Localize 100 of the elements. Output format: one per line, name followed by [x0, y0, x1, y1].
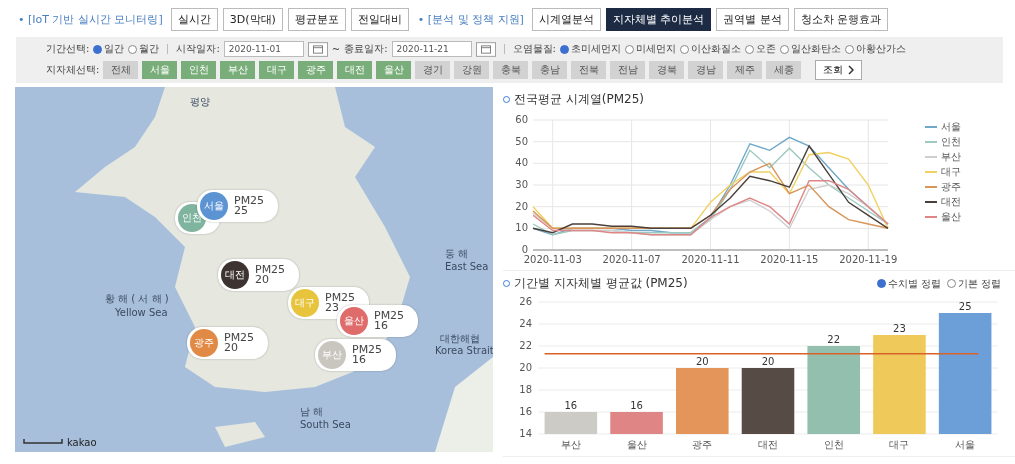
y-tick-label: 0 — [521, 244, 528, 255]
radio-option[interactable]: 기본 정렬 — [946, 276, 1001, 291]
value-label: 23 — [893, 323, 906, 334]
legend-label[interactable]: 인천 — [941, 135, 961, 149]
chart-title: 기간별 지자체별 평균값 (PM25) — [514, 275, 688, 292]
radio-option[interactable]: 오존 — [744, 42, 776, 56]
legend-label[interactable]: 부산 — [941, 150, 961, 164]
date-field[interactable]: 2020-11-01 — [223, 41, 304, 57]
marker-reading: PM25 20 — [255, 265, 286, 285]
scale-bar-icon — [23, 438, 63, 444]
nav-button[interactable]: 실시간 — [170, 7, 218, 31]
region-chip[interactable]: 세종 — [766, 61, 802, 79]
value-label: 20 — [761, 356, 775, 367]
filter-label: 기간선택: — [46, 42, 90, 56]
radio-option[interactable]: 일산화탄소 — [779, 42, 841, 56]
chart-title: 전국평균 시계열(PM25) — [514, 91, 645, 108]
radio-option[interactable]: 이산화질소 — [679, 42, 741, 56]
map-place-label: Yellow Sea — [115, 307, 168, 318]
x-tick-label: 2020-11-07 — [602, 254, 661, 265]
radio-option[interactable]: 수치별 정렬 — [876, 276, 941, 291]
calendar-icon[interactable] — [307, 41, 328, 57]
island-drawing — [215, 422, 265, 447]
marker-reading: PM25 20 — [224, 333, 255, 353]
x-tick-label: 2020-11-03 — [523, 254, 582, 265]
date-field[interactable]: 2020-11-21 — [391, 41, 472, 57]
city-badge: 광주 — [190, 329, 218, 357]
value-label: 25 — [958, 301, 972, 312]
nav-button[interactable]: 전일대비 — [350, 7, 409, 31]
y-tick-label: 50 — [515, 135, 528, 147]
city-badge: 대전 — [221, 261, 249, 289]
marker-reading: PM25 25 — [234, 196, 265, 216]
map-attribution: kakao — [67, 437, 97, 448]
x-tick-label: 대전 — [758, 439, 778, 450]
legend-label[interactable]: 울산 — [941, 210, 961, 224]
map-place-label: 대한해협 — [440, 332, 480, 346]
y-tick-label: 20 — [519, 362, 532, 373]
map-place-label: Korea Strait — [435, 345, 493, 356]
chevron-icon — [848, 65, 855, 75]
nav-group-title: • [분석 및 정책 지원] — [417, 11, 524, 27]
map-place-label: 남 해 — [300, 405, 324, 419]
nav-group-title: • [IoT 기반 실시간 모니터링] — [18, 11, 163, 27]
filter-label: 종료일자: — [344, 42, 388, 56]
x-tick-label: 2020-11-11 — [681, 254, 740, 265]
y-tick-label: 16 — [519, 406, 532, 417]
region-chip[interactable]: 경북 — [649, 61, 685, 79]
region-chip[interactable]: 경남 — [688, 61, 724, 79]
x-tick-label: 서울 — [955, 439, 976, 450]
y-tick-label: 40 — [515, 157, 528, 169]
y-tick-label: 14 — [519, 428, 532, 439]
map-place-label: 평양 — [190, 95, 210, 109]
filter-label: 시작일자: — [176, 42, 220, 56]
x-tick-label: 2020-11-19 — [839, 254, 898, 265]
region-chip[interactable]: 충북 — [493, 61, 529, 79]
radio-option[interactable]: 아황산가스 — [844, 42, 906, 56]
calendar-icon[interactable] — [475, 41, 496, 57]
y-tick-label: 24 — [519, 318, 532, 329]
region-chip[interactable]: 경기 — [415, 61, 451, 79]
x-tick-label: 대구 — [889, 439, 910, 450]
region-chip[interactable]: 전북 — [571, 61, 607, 79]
region-chip[interactable]: 제주 — [727, 61, 763, 79]
filter-label: 지자체선택: — [46, 63, 100, 77]
nav-button[interactable]: 권역별 분석 — [716, 7, 789, 31]
radio-option[interactable]: 초미세먼지 — [559, 42, 621, 56]
radio-option[interactable]: 일간 — [93, 42, 125, 56]
nav-button[interactable]: 청소차 운행효과 — [793, 7, 889, 31]
region-chip[interactable]: 전남 — [610, 61, 646, 79]
map-place-label: East Sea — [445, 261, 489, 272]
radio-option[interactable]: 월간 — [128, 42, 160, 56]
x-tick-label: 2020-11-15 — [760, 254, 819, 265]
x-tick-label: 인천 — [823, 439, 844, 450]
filter-label: 오염물질: — [512, 42, 556, 56]
map-place-label: 동 해 — [445, 247, 469, 261]
city-badge: 서울 — [200, 192, 228, 220]
radio-option[interactable]: 미세먼지 — [624, 42, 676, 56]
city-badge: 울산 — [340, 307, 368, 335]
nav-button[interactable]: 3D(막대) — [222, 7, 283, 31]
y-tick-label: 22 — [519, 340, 532, 351]
region-chip[interactable]: 전체 — [103, 61, 139, 79]
y-tick-label: 30 — [515, 179, 528, 190]
map-place-label: South Sea — [300, 419, 351, 430]
legend-label[interactable]: 대구 — [941, 165, 961, 179]
legend-label[interactable]: 광주 — [941, 180, 961, 194]
legend-label[interactable]: 대전 — [941, 195, 961, 209]
city-badge: 대구 — [291, 289, 319, 317]
legend-label[interactable]: 서울 — [941, 120, 961, 134]
region-chip[interactable]: 강원 — [454, 61, 490, 79]
nav-button[interactable]: 평균분포 — [287, 7, 346, 31]
nav-button[interactable]: 시계열분석 — [531, 7, 601, 31]
city-badge: 인천 — [178, 204, 206, 232]
y-tick-label: 20 — [515, 200, 528, 212]
value-label: 20 — [695, 356, 709, 367]
x-tick-label: 울산 — [626, 439, 647, 450]
nav-button[interactable]: 지자체별 추이분석 — [605, 7, 712, 31]
x-tick-label: 부산 — [560, 439, 581, 450]
value-label: 16 — [630, 400, 643, 411]
search-button[interactable]: 조회 — [815, 60, 863, 80]
marker-reading: PM25 16 — [352, 345, 383, 365]
region-chip[interactable]: 충남 — [532, 61, 568, 79]
range-separator: ~ — [331, 43, 341, 55]
map-place-label: 황 해 ( 서 해 ) — [105, 292, 169, 306]
